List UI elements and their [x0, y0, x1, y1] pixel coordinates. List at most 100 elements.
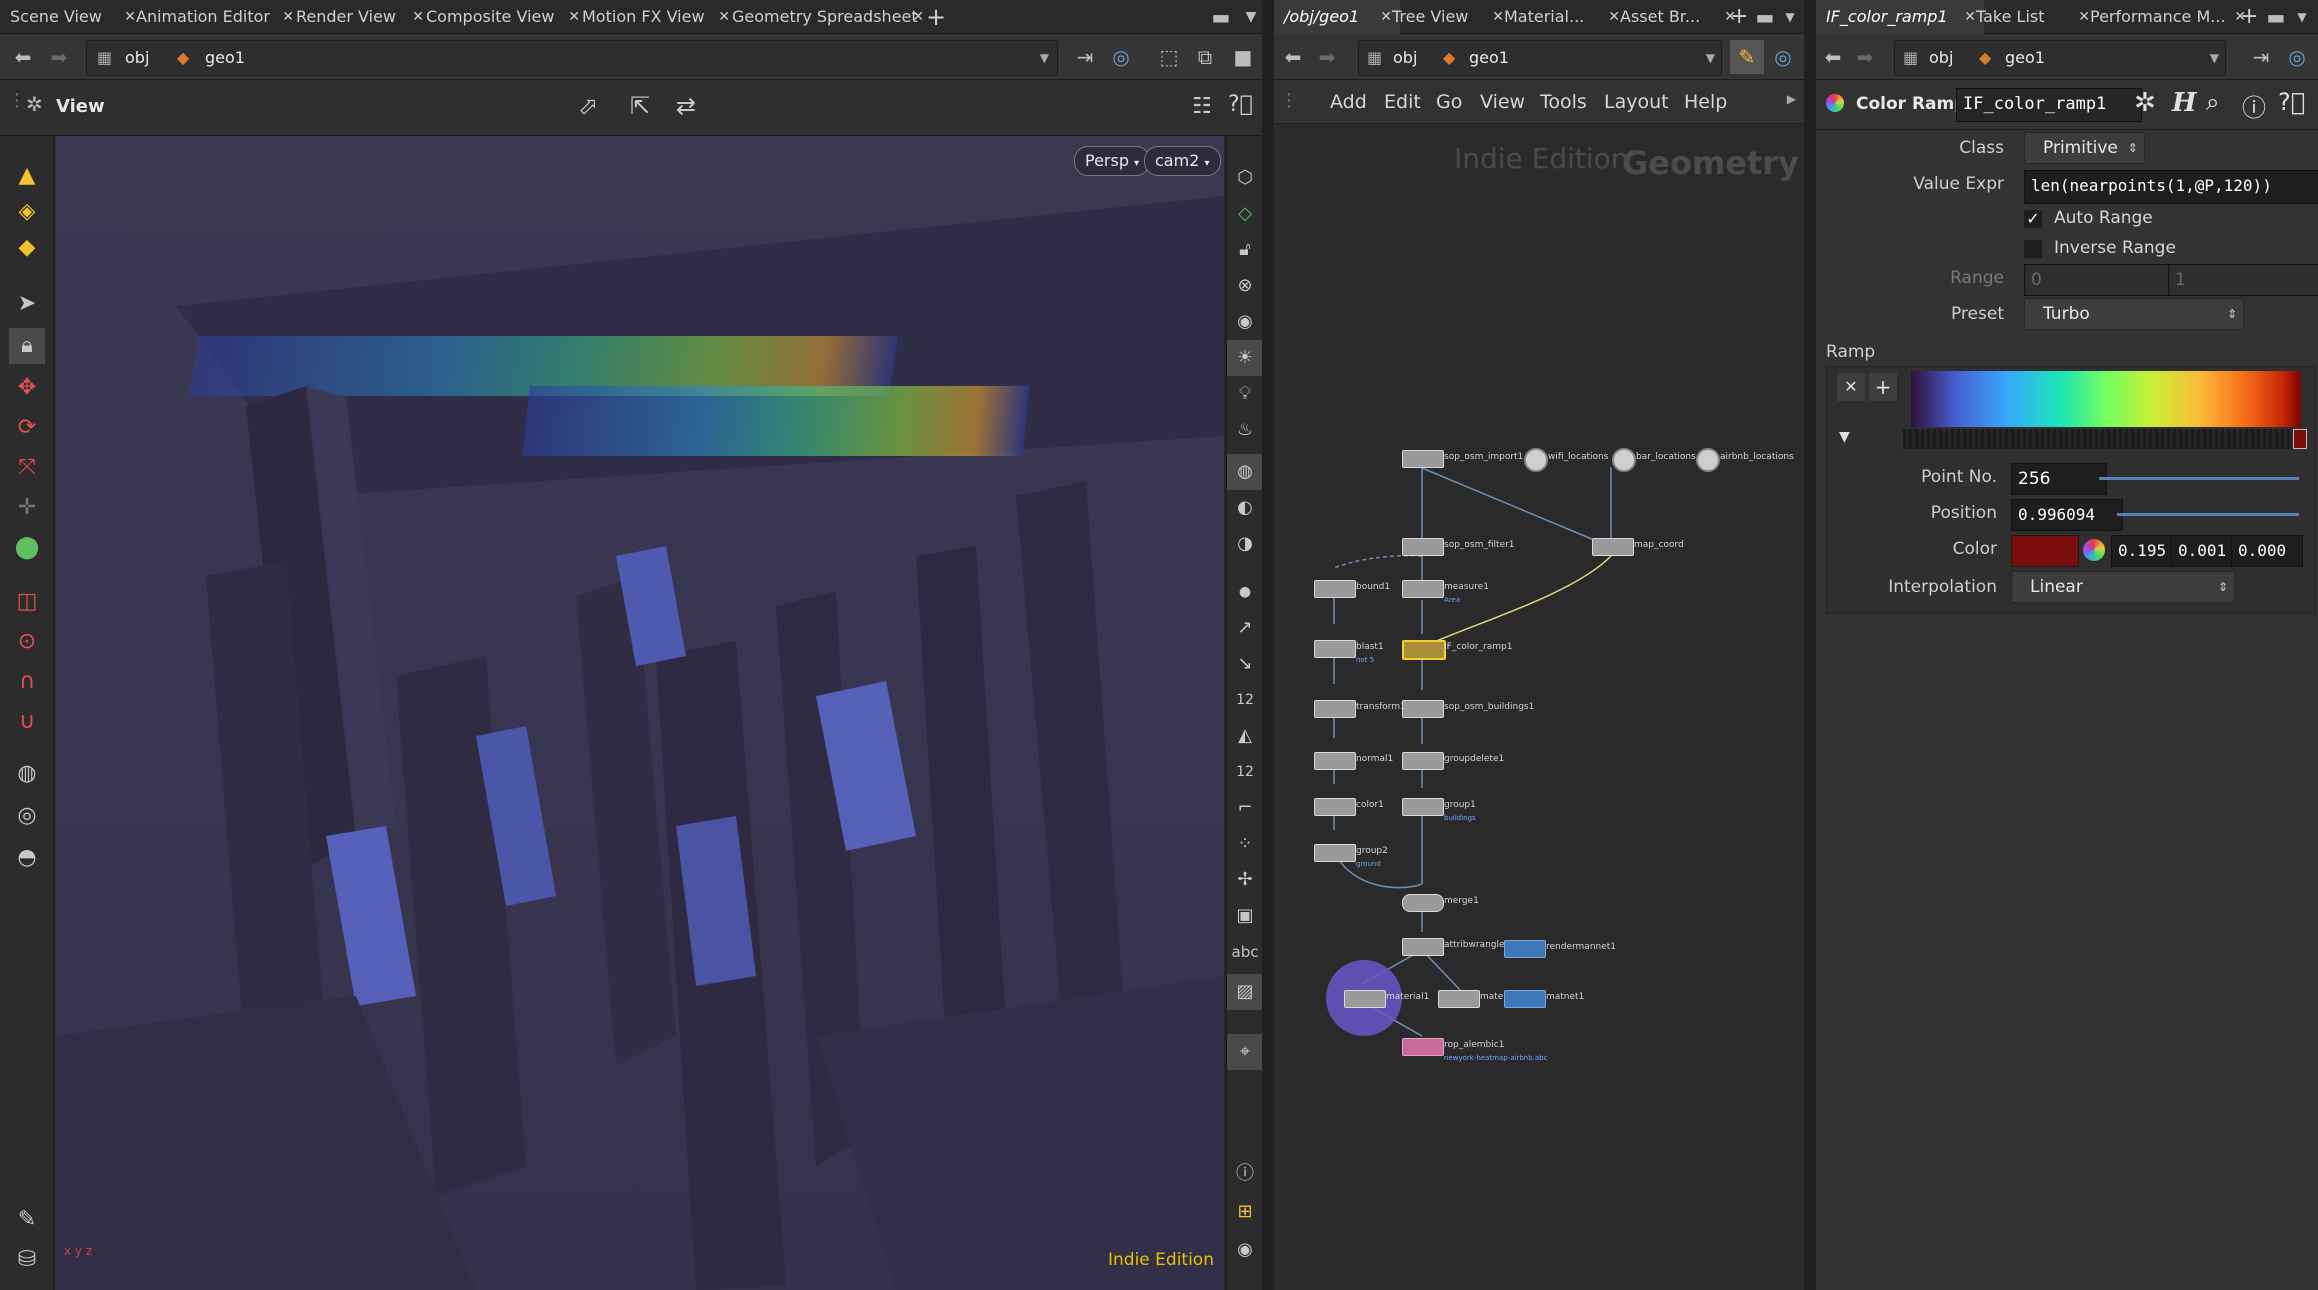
headlight-icon[interactable]: ☀ [1227, 340, 1263, 376]
camera-mode-dropdown[interactable]: Persp ▾ [1074, 146, 1151, 176]
menu-view[interactable]: View [1480, 80, 1525, 124]
node-airbnb-locations[interactable] [1696, 448, 1720, 472]
handle-grip-icon[interactable]: ⋮ [1280, 90, 1298, 111]
menu-edit[interactable]: Edit [1384, 80, 1421, 124]
tab-material[interactable]: Material... ✕ [1494, 0, 1628, 34]
ghost-icon[interactable]: ◇ [1227, 196, 1263, 232]
menu-overflow-icon[interactable]: ▶ [1787, 92, 1796, 106]
node-if-color-ramp1[interactable] [1402, 640, 1446, 660]
path-root[interactable]: obj [1929, 41, 1953, 75]
padlock-icon[interactable]: 🔓︎ [1227, 232, 1263, 268]
position-slider[interactable] [2117, 513, 2299, 516]
move-tool-icon[interactable]: ✥ [9, 370, 45, 406]
help-icon[interactable]: ?⃝ [2278, 88, 2305, 116]
disk-icon[interactable]: ⛁ [9, 1242, 45, 1278]
color-swatch[interactable] [2011, 535, 2079, 567]
range-max-field[interactable]: 1 [2168, 264, 2318, 296]
point-no-field[interactable]: 256 [2011, 463, 2107, 495]
maximize-icon[interactable]: ▬ [1206, 0, 1236, 34]
view-tool-icon[interactable]: ◫ [9, 584, 45, 620]
chevron-down-icon[interactable]: ▼ [1706, 41, 1715, 75]
info-icon[interactable]: ⓘ [2242, 88, 2266, 123]
node-blast1[interactable] [1314, 640, 1356, 658]
node-rendermannet1[interactable] [1504, 940, 1546, 958]
pane-menu-icon[interactable]: ▼ [1778, 0, 1802, 34]
node-bound1[interactable] [1314, 580, 1356, 598]
render-icon[interactable]: ◑ [1227, 526, 1263, 562]
pane-splitter-left[interactable] [1262, 0, 1274, 1290]
hda-icon[interactable]: H [2172, 88, 2197, 118]
path-node[interactable]: geo1 [205, 41, 245, 75]
back-arrow-icon[interactable]: ⬅ [6, 40, 40, 74]
menu-add[interactable]: Add [1330, 80, 1367, 124]
tab-asset-browser[interactable]: Asset Br... ✕ [1610, 0, 1744, 34]
prim-numbers-icon[interactable]: 12 [1227, 754, 1263, 790]
node-material1[interactable] [1344, 990, 1386, 1008]
single-view-icon[interactable]: ■ [1226, 40, 1260, 74]
cameras-icon[interactable]: ⧉ [1188, 40, 1222, 74]
chevron-down-icon[interactable]: ▼ [1040, 41, 1049, 75]
hull-icon[interactable]: ▣ [1227, 898, 1263, 934]
menu-tools[interactable]: Tools [1540, 80, 1587, 124]
chevron-down-icon[interactable]: ▼ [2210, 41, 2219, 75]
camera-icon[interactable]: ◍ [9, 756, 45, 792]
camera-name-dropdown[interactable]: cam2 ▾ [1144, 146, 1221, 176]
scale-tool-icon[interactable]: ⤧ [9, 450, 45, 486]
flipbook-icon[interactable]: ◓ [9, 840, 45, 876]
path-node[interactable]: geo1 [1469, 41, 1509, 75]
link-icon[interactable]: ◎ [1104, 40, 1138, 74]
grid-layout-icon[interactable]: ⊞ [1227, 1194, 1263, 1230]
back-arrow-icon[interactable]: ⬅ [1816, 40, 1850, 74]
network-path-breadcrumb[interactable]: ▦ obj ◆ geo1 ▼ [1358, 40, 1722, 76]
pin-icon[interactable]: ⇥ [2244, 40, 2278, 74]
node-sop-osm-import1[interactable] [1402, 450, 1444, 468]
lightbulb-icon[interactable]: 💡︎ [1227, 376, 1263, 412]
point-numbers-icon[interactable]: 12 [1227, 682, 1263, 718]
rotate-tool-icon[interactable]: ⟳ [9, 410, 45, 446]
close-circle-icon[interactable]: ⊗ [1227, 268, 1263, 304]
pose-tool-icon[interactable]: ✛ [9, 490, 45, 526]
tab-scene-view[interactable]: Scene View ✕ [0, 0, 144, 34]
view-gear-icon[interactable]: ✲ [26, 92, 43, 116]
menu-help[interactable]: Help [1684, 80, 1727, 124]
interpolation-dropdown[interactable]: Linear ⇕ [2011, 571, 2235, 603]
transform-handle-icon[interactable]: ⇄ [676, 92, 696, 120]
text-label-icon[interactable]: abc [1227, 934, 1263, 970]
auto-range-checkbox[interactable]: ✓ [2024, 210, 2042, 228]
select-tool-icon[interactable]: ⬀ [578, 92, 598, 120]
image-icon[interactable]: ▨ [1227, 974, 1263, 1010]
handle-grip-icon[interactable]: ⋮ [8, 90, 26, 111]
tab-performance-monitor[interactable]: Performance M... ✕ [2080, 0, 2254, 34]
color-wheel-icon[interactable] [2083, 539, 2105, 561]
node-group1[interactable] [1402, 798, 1444, 816]
tab-if-color-ramp1[interactable]: IF_color_ramp1 ✕ [1816, 0, 1984, 34]
node-wifi-locations[interactable] [1524, 448, 1548, 472]
select-arrow-icon[interactable]: ➤ [9, 286, 45, 322]
path-root[interactable]: obj [1393, 41, 1417, 75]
tab-motion-fx-view[interactable]: Motion FX View ✕ [572, 0, 738, 34]
add-tab-button[interactable]: + [916, 0, 970, 34]
node-name-field[interactable]: IF_color_ramp1 [1956, 88, 2142, 122]
lock-icon[interactable]: 🔒︎ [9, 328, 45, 364]
vector-icon[interactable]: ↘ [1227, 646, 1263, 682]
range-min-field[interactable]: 0 [2024, 264, 2180, 296]
forward-arrow-icon[interactable]: ➡ [1848, 40, 1882, 74]
wireframe-icon[interactable]: ⬡ [1227, 160, 1263, 196]
edges-mode-icon[interactable]: ◈ [9, 194, 45, 230]
faces-mode-icon[interactable]: ◆ [9, 230, 45, 266]
uv-display-icon[interactable]: ⁘ [1227, 826, 1263, 862]
tab-take-list[interactable]: Take List ✕ [1966, 0, 2098, 34]
gear-icon[interactable]: ✲ [2134, 88, 2156, 118]
menu-layout[interactable]: Layout [1604, 80, 1669, 124]
preset-dropdown[interactable]: Turbo ⇕ [2024, 298, 2244, 330]
secure-select-icon[interactable]: ⇱ [630, 92, 650, 120]
inverse-range-checkbox[interactable] [2024, 240, 2042, 258]
help-icon[interactable]: ?⃝ [1228, 92, 1253, 117]
pin-icon[interactable]: ⇥ [1068, 40, 1102, 74]
class-dropdown[interactable]: Primitive ⇕ [2024, 132, 2145, 164]
node-material2[interactable] [1438, 990, 1480, 1008]
pane-menu-icon[interactable]: ▼ [2290, 0, 2314, 34]
param-path-breadcrumb[interactable]: ▦ obj ◆ geo1 ▼ [1894, 40, 2226, 76]
maximize-icon[interactable]: ▬ [2262, 0, 2290, 34]
display-options-icon[interactable]: ☷ [1192, 94, 1212, 119]
